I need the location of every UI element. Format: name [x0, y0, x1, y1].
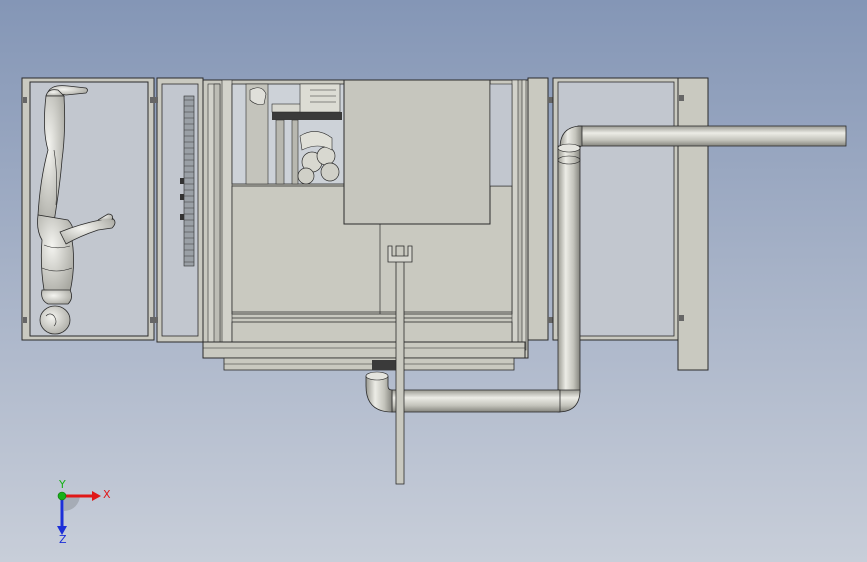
y-axis-label: Y — [58, 478, 66, 491]
rail-dark — [272, 112, 342, 120]
x-axis-label: X — [103, 488, 111, 501]
pipe-flange — [372, 360, 396, 370]
cad-graphics-viewport[interactable]: X Y Z — [0, 0, 867, 562]
second-door-panel[interactable] — [153, 77, 204, 343]
hinge-bottom-left — [23, 317, 27, 323]
hinge-b — [153, 317, 158, 323]
y-axis-dot — [57, 491, 67, 501]
right-narrow-panel[interactable] — [527, 77, 553, 341]
main-cabinet[interactable] — [202, 79, 529, 371]
hood-box[interactable] — [343, 79, 491, 225]
z-axis-label: Z — [59, 533, 67, 546]
axis-triad-icon: X Y Z — [57, 478, 111, 546]
model-view-svg[interactable]: X Y Z — [0, 0, 867, 562]
hinge-top-left — [23, 97, 27, 103]
drain-rod — [395, 245, 405, 485]
hinge-a — [153, 97, 158, 103]
end-post — [677, 77, 709, 371]
